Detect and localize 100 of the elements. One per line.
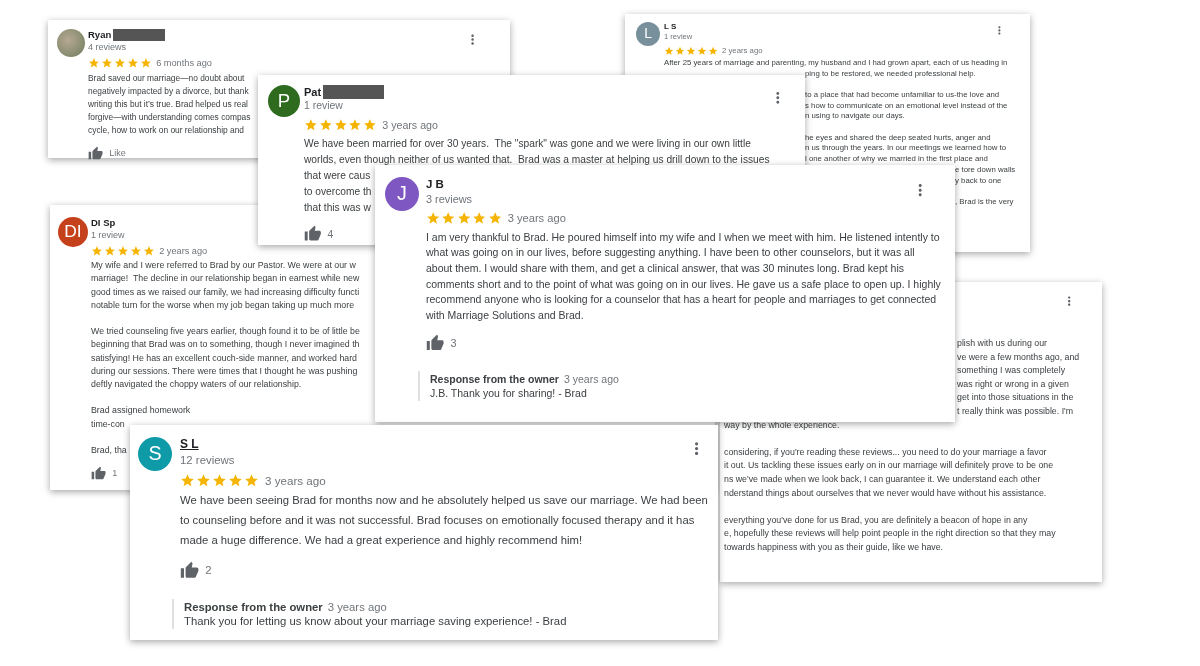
- review-text-line: it out. Us tackling these issues early on in our marriage will definitely prove to be one: [724, 459, 1054, 473]
- star-icon: [318, 117, 333, 132]
- star-icon: [196, 472, 211, 488]
- avatar: DI: [58, 217, 88, 247]
- star-icon: [686, 45, 696, 56]
- review-text-line: notable turn for the worse when my job began taking up much more: [91, 298, 355, 312]
- review-text-line: satisfying! He has an excellent couch-side manner, and worked hard: [91, 351, 357, 365]
- thumbs-up-icon[interactable]: [91, 465, 107, 481]
- review-text-line: Brad, tha: [91, 444, 127, 457]
- review-text-line: cycle, how to work on our relationship and: [88, 124, 244, 138]
- star-icon: [348, 117, 362, 132]
- star-icon: [88, 57, 100, 70]
- review-text-line: nderstand things about ourselves that we never would have without his assistance.: [724, 486, 1047, 500]
- review-text-line: to overcome th: [304, 184, 372, 199]
- response-time: 3 years ago: [563, 373, 619, 385]
- star-icon: [456, 211, 472, 226]
- review-text-line: e, hopefully these reviews will help point people in the right direction so that they may: [724, 527, 1056, 541]
- review-time: 6 months ago: [156, 58, 212, 69]
- review-text-line: something I was completely: [957, 364, 1066, 378]
- star-icon: [675, 45, 685, 56]
- star-icon: [212, 472, 227, 488]
- star-icon: [697, 45, 707, 56]
- avatar: J: [385, 177, 419, 211]
- star-icon: [129, 245, 142, 258]
- star-icon: [142, 245, 155, 258]
- reviewer-name[interactable]: S L: [180, 437, 199, 453]
- thumbs-up-icon[interactable]: [426, 334, 445, 353]
- response-text: J.B. Thank you for sharing! - Brad: [430, 387, 588, 399]
- star-icon: [126, 57, 139, 70]
- review-count: 3 reviews: [426, 191, 473, 207]
- review-count: 1 review: [91, 229, 125, 242]
- like-count: 4: [327, 228, 334, 240]
- star-icon: [91, 245, 103, 258]
- reviewer-name[interactable]: Pat: [304, 85, 322, 100]
- review-text-line: get into those situations in the: [957, 391, 1074, 405]
- star-icon: [244, 472, 259, 488]
- review-text-line: was right or wrong in a given: [957, 377, 1069, 391]
- review-count: 12 reviews: [180, 452, 235, 468]
- review-text-line: considering, if you're reading these reviews... you need to do your marriage a favor: [724, 445, 1047, 459]
- review-text-line: We tried counseling five years earlier, though found it to be of little be: [91, 325, 360, 339]
- response-time: 3 years ago: [327, 600, 387, 613]
- review-text-line: forgive—with understanding comes compas: [88, 111, 251, 125]
- star-icon: [100, 57, 113, 70]
- review-count: 1 review: [304, 99, 343, 114]
- star-icon: [113, 57, 126, 70]
- reviewer-name[interactable]: J B: [426, 177, 444, 192]
- review-text-line: that this was w: [304, 200, 371, 215]
- review-text: We have been seeing Brad for months now and he absolutely helped us save our marriage. We had been to counseling before and it was not successful. Brad focuses on emotionally focused therapy and it has made a huge difference. We had a great experience and highly recommend him!: [180, 492, 709, 548]
- review-text-line: beginning that Brad was on to something, though I never imagined th: [91, 338, 360, 352]
- response-label: Response from the owner: [430, 373, 559, 385]
- like-count: Like: [109, 148, 126, 159]
- review-text-line: t really think was possible. I'm: [957, 404, 1074, 418]
- like-count: 3: [450, 337, 457, 350]
- review-text-line: ns we've made when we look back, I can guarantee it. We understand each other: [724, 472, 1041, 486]
- star-icon: [333, 117, 348, 132]
- reviewer-name[interactable]: L S: [664, 22, 677, 33]
- reviewer-name[interactable]: DI Sp: [91, 217, 116, 230]
- star-icon: [304, 117, 318, 132]
- review-text-line: negatively impacted by a divorce, but thank: [88, 85, 249, 99]
- star-icon: [426, 211, 441, 226]
- star-icon: [487, 211, 502, 226]
- review-text-line: Brad saved our marriage—no doubt about: [88, 72, 245, 86]
- review-text-line: plish with us during our: [957, 337, 1047, 350]
- response-label: Response from the owner: [184, 600, 323, 613]
- review-text-line: writing this but it’s true. Brad helped us real: [88, 98, 248, 112]
- star-icon: [103, 245, 116, 258]
- star-icon: [139, 57, 152, 70]
- like-count: 1: [112, 468, 118, 479]
- review-text-line: that were caus: [304, 168, 371, 183]
- review-text: I am very thankful to Brad. He poured himself into my wife and I when we meet with him. He listened intently to what was going on in our lives, before suggesting anything. I have been to other counselors, but it was all about them. I would share with them, and get a clinical answer, that was 30 minutes long. Brad kept his comments short and to the point of what was going on in our lives. He gave us a safe place to open up. I highly recommend anyone who is looking for a counselor that has a heart for people and marriages to get connected with Marriage Solutions and Brad.: [426, 229, 941, 324]
- star-icon: [180, 472, 195, 488]
- star-icon: [228, 472, 243, 488]
- star-icon: [116, 245, 129, 258]
- star-icon: [664, 45, 674, 56]
- review-text-line: worlds, even though neither of us wanted that. Brad was a master at helping us drill down to the issues: [304, 152, 770, 167]
- review-text-line: deftly navigated the choppy waters of our relationship.: [91, 378, 302, 391]
- reviewer-name[interactable]: Ryan: [88, 29, 112, 42]
- thumbs-up-icon[interactable]: [180, 560, 200, 580]
- review-text-line: Brad assigned homework: [91, 404, 191, 418]
- star-icon: [363, 117, 377, 132]
- review-text-line: way by the whole experience.: [724, 418, 840, 432]
- avatar-photo-placeholder: [57, 29, 85, 57]
- review-time: 3 years ago: [265, 473, 326, 487]
- review-text-line: time-con: [91, 417, 125, 431]
- review-time: 2 years ago: [159, 246, 208, 257]
- avatar: P: [268, 85, 300, 117]
- review-text-line: My wife and I were referred to Brad by our Pastor. We were at our w: [91, 259, 356, 273]
- avatar: S: [138, 437, 172, 471]
- review-text-line: ve were a few months ago, and: [957, 350, 1080, 364]
- review-count: 4 reviews: [88, 41, 127, 54]
- avatar: L: [636, 22, 660, 46]
- review-text-line: good times as we raised our family, we had increasing difficulty functi: [91, 285, 360, 299]
- review-time: 3 years ago: [507, 212, 566, 225]
- review-text-line: We have been married for over 30 years. The "spark" was gone and we were living in our own little: [304, 136, 751, 151]
- star-icon: [441, 211, 456, 226]
- thumbs-up-icon[interactable]: [88, 145, 104, 161]
- review-text-line: everything you've done for us Brad, you are definitely a beacon of hope in any: [724, 513, 1028, 527]
- star-icon: [472, 211, 487, 226]
- review-text-line: during our sessions. There were times that I thought he was pushing: [91, 364, 358, 378]
- response-text: Thank you for letting us know about your marriage saving experience! - Brad: [184, 614, 567, 627]
